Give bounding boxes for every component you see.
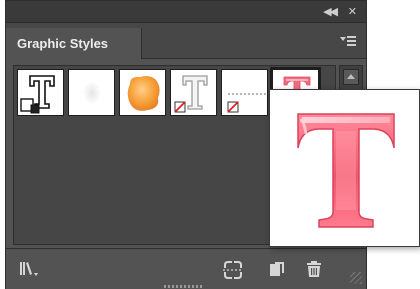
- dotted-line-with-none-icon: [227, 93, 266, 113]
- gray-T-with-none-icon: [174, 75, 208, 113]
- outlined-T-with-fill-squares-icon: [20, 75, 55, 114]
- panel-tab-row: Graphic Styles: [6, 23, 366, 59]
- swatch-soft-glow-style[interactable]: [68, 69, 115, 116]
- faint-blob-icon: [83, 82, 101, 106]
- panel-titlebar[interactable]: ◀◀ ✕: [6, 1, 366, 23]
- close-panel-icon[interactable]: ✕: [348, 5, 357, 19]
- tab-graphic-styles[interactable]: Graphic Styles: [6, 28, 142, 59]
- panel-bottom-toolbar: [6, 248, 366, 289]
- trash-icon[interactable]: [304, 259, 324, 279]
- pink-T-preview-icon: [297, 113, 395, 228]
- tab-graphic-styles-label: Graphic Styles: [17, 36, 109, 51]
- collapse-panel-icon[interactable]: ◀◀: [323, 5, 338, 19]
- style-preview-tooltip: [269, 89, 420, 247]
- new-item-icon[interactable]: [267, 259, 287, 279]
- libraries-icon[interactable]: [19, 259, 39, 279]
- panel-menu-icon[interactable]: [340, 35, 356, 47]
- swatch-default-type-style[interactable]: [17, 69, 64, 116]
- swatch-orange-blob-style[interactable]: [119, 69, 166, 116]
- orange-blob-icon: [127, 76, 160, 111]
- swatch-outlined-T-none-style[interactable]: [170, 69, 217, 116]
- break-link-icon[interactable]: [222, 259, 243, 279]
- scroll-up-arrow-icon[interactable]: [343, 69, 359, 85]
- panel-grip-icon[interactable]: [164, 285, 204, 288]
- resize-handle-icon[interactable]: [350, 272, 362, 284]
- swatch-dotted-line-none-style[interactable]: [221, 69, 268, 116]
